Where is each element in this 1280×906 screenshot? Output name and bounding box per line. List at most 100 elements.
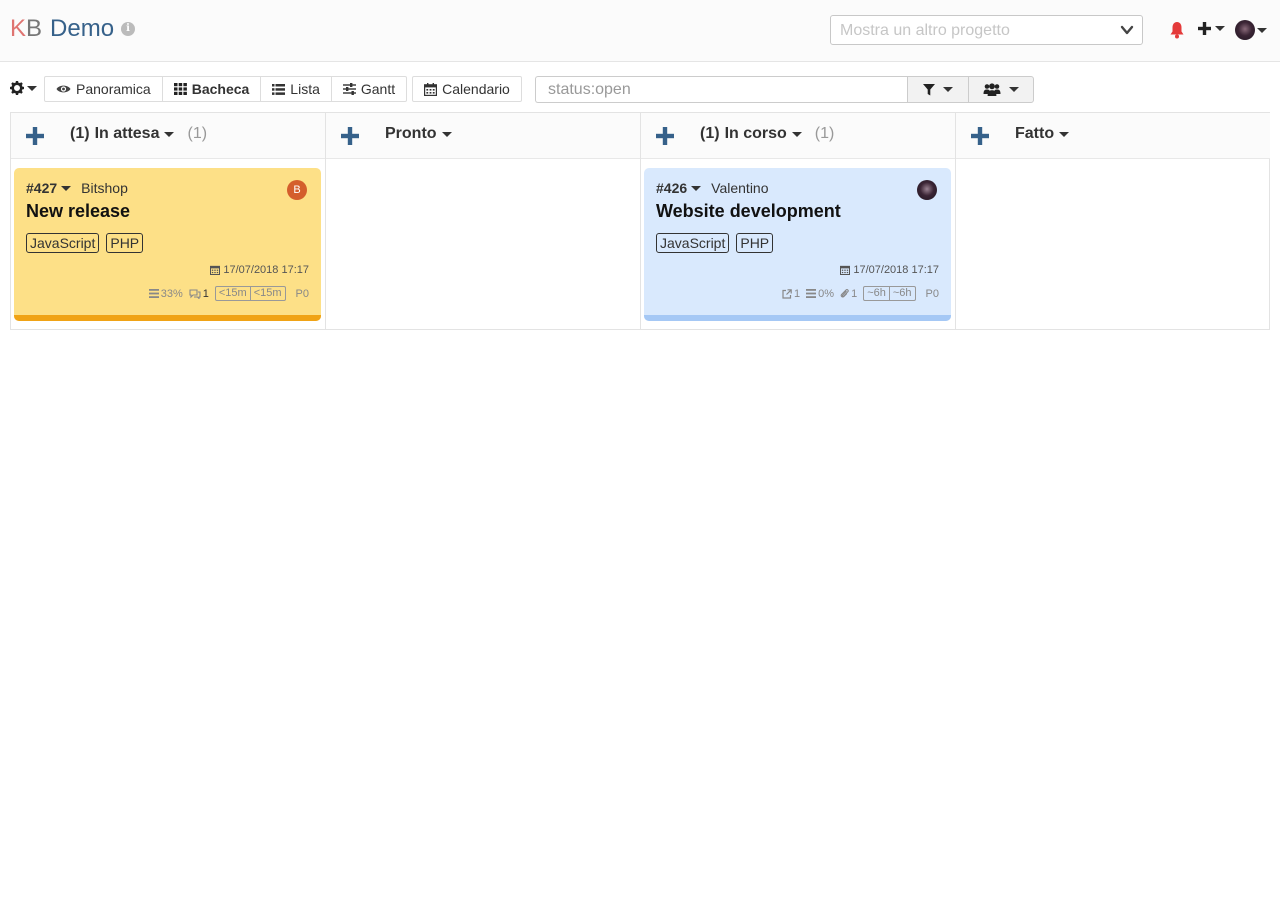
view-gantt[interactable]: Gantt [331,76,408,102]
users-filter-button[interactable] [968,76,1034,103]
kanban-board: (1) In attesa (1) #427 Bitshop B New rel… [10,112,1270,330]
comments-count[interactable]: 1 [189,288,209,300]
external-links-value: 1 [794,287,801,300]
header: K B Demo i Mostra un altro progetto [0,0,1280,62]
view-board[interactable]: Bacheca [162,76,262,102]
bars-icon [806,289,817,298]
column-total-count: (1) [187,125,208,142]
column-title[interactable]: Fatto [1015,125,1070,143]
column-task-count: (1) [700,125,720,142]
view-overview[interactable]: Panoramica [44,76,163,102]
plus-icon [1198,22,1211,35]
subtasks-progress[interactable]: 33% [148,287,183,300]
add-task-icon[interactable] [25,126,45,146]
column-name: In attesa [94,125,160,142]
task-card[interactable]: #427 Bitshop B New release JavaScript PH… [14,168,321,321]
column-in-corso: (1) In corso (1) #426 Valentino Website … [641,113,956,329]
column-total-count: (1) [814,125,835,142]
column-task-count: (1) [70,125,90,142]
task-date: 17/07/2018 17:17 [210,264,309,276]
column-header: Fatto [956,113,1270,159]
task-date: 17/07/2018 17:17 [840,264,939,276]
column-in-attesa: (1) In attesa (1) #427 Bitshop B New rel… [11,113,326,329]
project-selector[interactable]: Mostra un altro progetto [830,15,1143,45]
task-card[interactable]: #426 Valentino Website development JavaS… [644,168,951,321]
add-task-icon[interactable] [340,126,360,146]
task-priority: P0 [925,287,939,300]
filter-dropdown-button[interactable] [907,76,969,103]
comments-icon [189,288,201,299]
caret-down-icon [943,87,953,92]
gear-icon [10,81,24,95]
view-list-label: Lista [290,81,320,97]
column-title[interactable]: (1) In corso (1) [700,125,834,143]
task-tags: JavaScript PHP [26,233,144,253]
view-calendar-label: Calendario [442,81,510,97]
time-spent: <15m [249,287,285,300]
column-title[interactable]: (1) In attesa (1) [70,125,207,143]
view-switcher: Panoramica Bacheca Lista Gantt Calendari… [44,76,522,102]
tag: JavaScript [26,233,100,253]
card-color-stripe [644,315,951,321]
search-input-value: status:open [548,81,631,98]
search-input[interactable]: status:open [535,76,908,103]
view-calendar[interactable]: Calendario [412,76,522,102]
comments-value: 1 [202,287,209,300]
attachments-value: 1 [851,287,858,300]
subtasks-progress[interactable]: 0% [806,288,834,300]
add-task-icon[interactable] [655,126,675,146]
column-header: (1) In corso (1) [641,113,955,159]
task-id[interactable]: #426 [656,180,687,196]
column-header: Pronto [326,113,640,159]
app-logo[interactable]: K B Demo i [10,15,136,43]
create-menu[interactable] [1198,22,1225,35]
info-icon[interactable]: i [121,22,136,36]
attachments-count[interactable]: 1 [840,288,857,300]
view-list[interactable]: Lista [261,76,332,102]
calendar-icon [424,82,438,96]
column-pronto: Pronto [326,113,641,329]
caret-down-icon [1059,131,1070,137]
task-priority: P0 [295,287,309,300]
project-selector-placeholder: Mostra un altro progetto [840,22,1010,39]
sliders-icon [342,83,356,95]
add-task-icon[interactable] [970,126,990,146]
task-title[interactable]: New release [26,201,130,222]
user-menu[interactable] [1235,20,1267,40]
task-meta: 1 0% 1 ~6h ~6h P0 [782,286,939,301]
time-estimated: <15m [218,287,247,299]
list-icon [272,83,286,95]
grid-icon [173,83,187,95]
subtasks-percent: 33% [160,287,183,300]
project-actions-menu[interactable] [10,81,37,95]
avatar [1235,20,1255,40]
card-header: #427 Bitshop [26,180,128,196]
paperclip-icon [840,289,849,298]
task-title[interactable]: Website development [656,201,841,222]
view-overview-label: Panoramica [76,81,151,97]
task-date-value: 17/07/2018 17:17 [853,264,939,276]
task-id[interactable]: #427 [26,180,57,196]
external-links-count[interactable]: 1 [782,288,800,300]
caret-down-icon[interactable] [61,185,72,191]
caret-down-icon [1257,27,1267,33]
project-title[interactable]: Demo [50,15,114,43]
time-tracking: <15m <15m [214,286,286,301]
caret-down-icon[interactable] [691,185,702,191]
task-owner: Valentino [711,180,769,196]
filter-icon [923,83,935,95]
column-name: In corso [724,125,787,142]
card-color-stripe [14,315,321,321]
users-icon [983,83,1001,96]
column-name: Pronto [385,125,437,142]
subtasks-percent: 0% [818,287,835,300]
chevron-down-icon [1120,25,1134,35]
logo-k: K [10,15,27,42]
caret-down-icon [1009,87,1019,92]
caret-down-icon [441,131,452,137]
time-spent: ~6h [888,287,915,300]
bell-icon[interactable] [1169,21,1185,39]
avatar: B [287,180,307,200]
logo-b: B [26,15,43,42]
column-title[interactable]: Pronto [385,125,452,143]
